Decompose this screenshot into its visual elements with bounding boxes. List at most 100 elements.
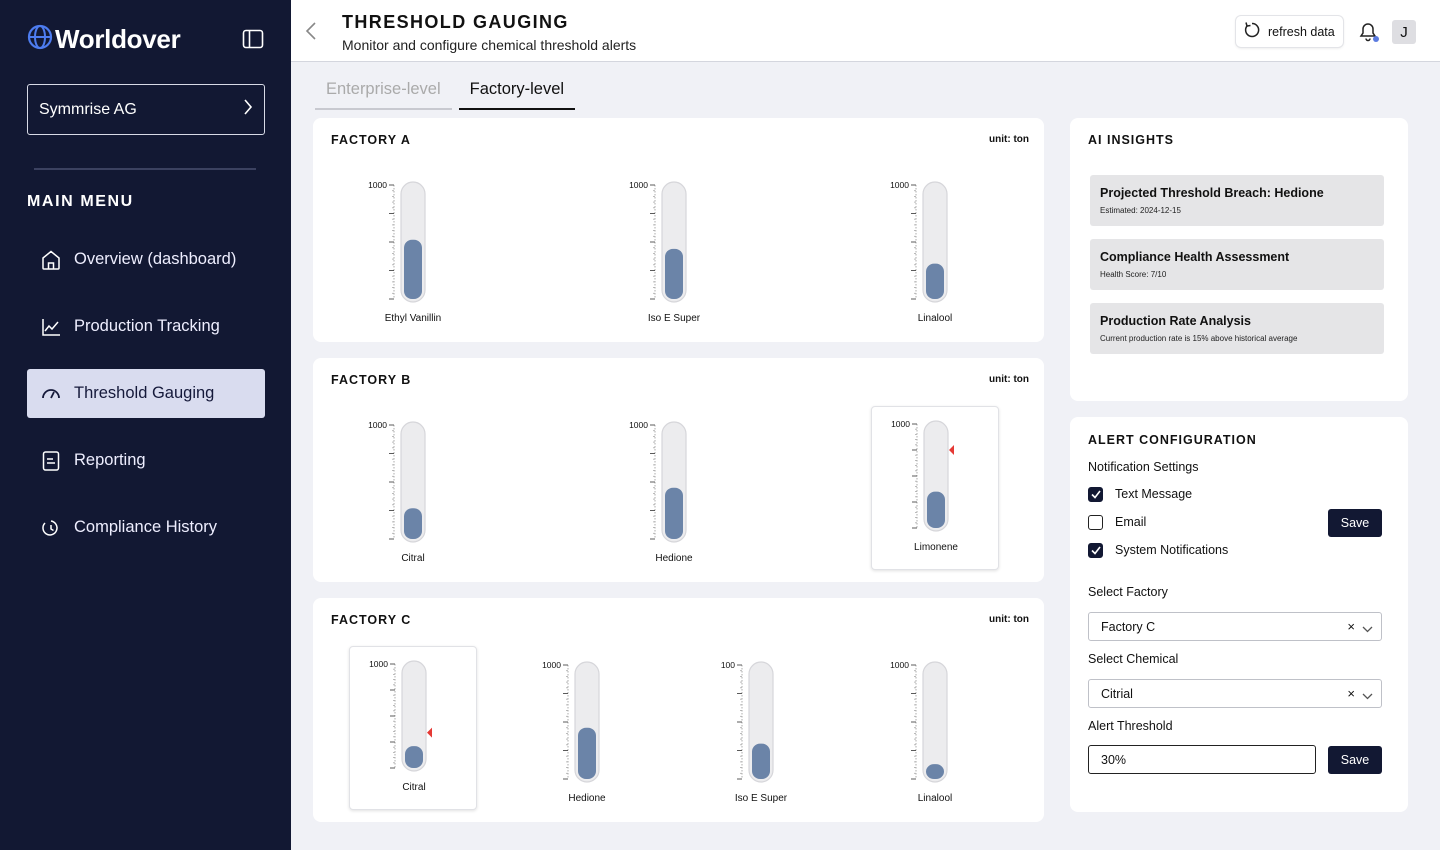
user-avatar[interactable]: J — [1392, 20, 1416, 44]
alert-threshold-label: Alert Threshold — [1088, 719, 1173, 733]
alert-configuration-card: ALERT CONFIGURATION Notification Setting… — [1070, 417, 1408, 812]
gauge-label: Hedione — [568, 793, 606, 804]
gauge-svg: 1000 — [629, 180, 687, 303]
gauge-max-label: 1000 — [368, 180, 387, 190]
factory-card: FACTORY C unit: ton 1000 Citral 1000 Hedion… — [313, 598, 1044, 822]
alert-threshold-input[interactable]: 30% — [1088, 745, 1316, 774]
gauge-fill-level — [404, 508, 422, 539]
factory-card: FACTORY A unit: ton 1000 Ethyl Vanillin 10… — [313, 118, 1044, 342]
gauge-limonene[interactable]: 1000 Limonene — [871, 406, 999, 570]
system-notifications-label: System Notifications — [1115, 543, 1229, 557]
clear-icon[interactable]: × — [1347, 619, 1355, 634]
gauge-icon — [39, 382, 62, 405]
text-message-checkbox[interactable] — [1088, 487, 1103, 502]
sidebar-item-overview[interactable]: Overview (dashboard) — [27, 235, 265, 284]
gauge-svg: 1000 — [368, 180, 426, 303]
gauge-ethyl-vanillin[interactable]: 1000 Ethyl Vanillin — [349, 168, 477, 334]
chemical-select-value: Citrial — [1101, 686, 1133, 701]
gauge-svg: 1000 — [629, 420, 687, 543]
gauge-linalool[interactable]: 1000 Linalool — [871, 648, 999, 814]
level-tabs: Enterprise-level Factory-level — [315, 75, 576, 110]
factory-select-value: Factory C — [1101, 619, 1156, 634]
insight-item[interactable]: Projected Threshold Breach: Hedione Esti… — [1090, 175, 1384, 226]
gauge-citral[interactable]: 1000 Citral — [349, 646, 477, 810]
tab-enterprise-level[interactable]: Enterprise-level — [315, 75, 452, 110]
organization-name: Symmrise AG — [39, 100, 137, 118]
gauge-label: Linalool — [917, 313, 953, 324]
sidebar-toggle-icon[interactable] — [242, 29, 264, 49]
chemical-select[interactable]: Citrial × — [1088, 679, 1382, 708]
gauge-label: Ethyl Vanillin — [384, 313, 442, 324]
refresh-label: refresh data — [1268, 24, 1335, 39]
gauge-label: Iso E Super — [647, 313, 701, 324]
clear-icon[interactable]: × — [1347, 686, 1355, 701]
ai-insights-card: AI INSIGHTS Projected Threshold Breach: … — [1070, 118, 1408, 401]
tab-factory-level[interactable]: Factory-level — [458, 75, 576, 110]
home-icon — [39, 248, 62, 271]
gauge-iso-e-super[interactable]: 100 Iso E Super — [697, 648, 825, 814]
gauge-max-label: 1000 — [369, 659, 388, 669]
brand-logo[interactable]: Worldover — [27, 24, 181, 55]
gauge-label: Iso E Super — [734, 793, 788, 804]
gauge-svg: 1000 — [890, 660, 948, 783]
insight-item[interactable]: Compliance Health Assessment Health Scor… — [1090, 239, 1384, 290]
gauge-fill-level — [926, 263, 944, 299]
gauge-label: Limonene — [914, 542, 958, 553]
history-icon — [39, 516, 62, 539]
gauge-hedione[interactable]: 1000 Hedione — [523, 648, 651, 814]
sidebar-item-production-tracking[interactable]: Production Tracking — [27, 302, 265, 351]
insight-item[interactable]: Production Rate Analysis Current product… — [1090, 303, 1384, 354]
gauge-svg: 1000 — [368, 420, 426, 543]
gauge-label: Citral — [401, 553, 425, 564]
checkmark-icon — [1090, 486, 1101, 504]
alert-config-title: ALERT CONFIGURATION — [1088, 433, 1257, 447]
select-factory-label: Select Factory — [1088, 585, 1168, 599]
factory-card: FACTORY B unit: ton 1000 Citral 1000 Hedion… — [313, 358, 1044, 582]
sidebar-divider — [34, 168, 256, 170]
save-notifications-button[interactable]: Save — [1328, 509, 1382, 537]
sidebar-item-compliance-history[interactable]: Compliance History — [27, 503, 265, 552]
factory-select[interactable]: Factory C × — [1088, 612, 1382, 641]
globe-icon — [27, 24, 53, 55]
sidebar-item-label: Reporting — [74, 451, 146, 469]
gauge-svg: 100 — [721, 660, 774, 783]
save-threshold-button[interactable]: Save — [1328, 746, 1382, 774]
email-checkbox[interactable] — [1088, 515, 1103, 530]
gauge-fill-level — [752, 743, 770, 779]
gauge-max-label: 1000 — [629, 420, 648, 430]
gauge-fill-level — [665, 248, 683, 299]
gauge-tube — [922, 661, 948, 783]
gauge-max-label: 1000 — [890, 660, 909, 670]
gauge-linalool[interactable]: 1000 Linalool — [871, 168, 999, 334]
line-chart-icon — [39, 315, 62, 338]
gauge-fill-level — [578, 727, 596, 779]
sidebar-item-label: Compliance History — [74, 518, 218, 536]
gauge-citral[interactable]: 1000 Citral — [349, 408, 477, 574]
sidebar-item-label: Production Tracking — [74, 317, 220, 335]
sidebar-item-reporting[interactable]: Reporting — [27, 436, 265, 485]
gauge-iso-e-super[interactable]: 1000 Iso E Super — [610, 168, 738, 334]
threshold-marker-icon[interactable] — [949, 445, 954, 455]
insight-title: Projected Threshold Breach: Hedione — [1100, 186, 1324, 200]
sidebar-item-threshold-gauging[interactable]: Threshold Gauging — [27, 369, 265, 418]
gauge-label: Hedione — [655, 553, 693, 564]
gauge-max-label: 1000 — [542, 660, 561, 670]
gauge-max-label: 1000 — [891, 419, 910, 429]
gauge-svg: 1000 — [890, 180, 948, 303]
document-icon — [39, 449, 62, 472]
organization-selector[interactable]: Symmrise AG — [27, 84, 265, 135]
gauge-label: Linalool — [917, 793, 953, 804]
refresh-data-button[interactable]: refresh data — [1236, 16, 1343, 47]
system-notifications-checkbox[interactable] — [1088, 543, 1103, 558]
gauge-max-label: 1000 — [368, 420, 387, 430]
insights-title: AI INSIGHTS — [1088, 133, 1175, 147]
unit-label: unit: ton — [989, 614, 1029, 625]
gauge-hedione[interactable]: 1000 Hedione — [610, 408, 738, 574]
threshold-marker-icon[interactable] — [427, 727, 432, 738]
gauge-fill-level — [404, 239, 422, 299]
back-arrow-icon[interactable] — [305, 22, 317, 45]
gauge-fill-level — [926, 764, 944, 779]
factory-title: FACTORY B — [331, 373, 412, 387]
bell-icon[interactable] — [1356, 19, 1380, 48]
email-label: Email — [1115, 515, 1147, 529]
